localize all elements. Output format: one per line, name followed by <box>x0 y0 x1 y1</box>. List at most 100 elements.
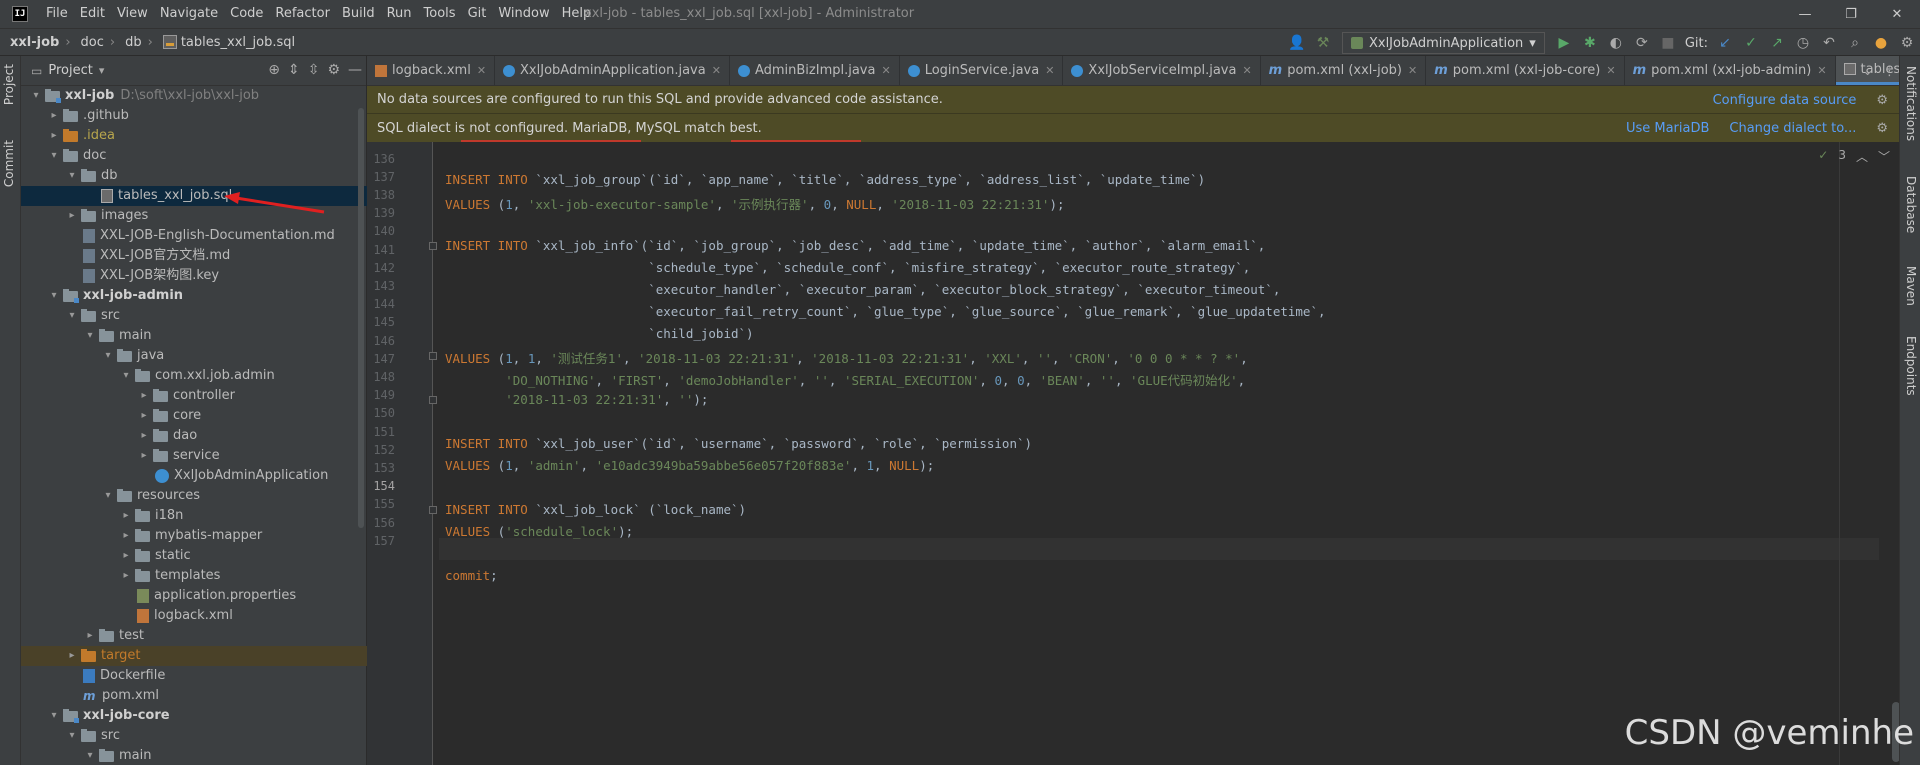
breadcrumb-project[interactable]: xxl-job <box>0 35 59 50</box>
project-tool-button[interactable]: Project <box>2 64 16 105</box>
tree-item[interactable]: ▾ resources <box>21 486 367 506</box>
run-icon[interactable]: ▶ <box>1551 30 1577 56</box>
locate-icon[interactable]: ⊕ <box>268 62 280 78</box>
tree-item[interactable]: ▾ db <box>21 166 367 186</box>
settings-gear-icon[interactable]: ⚙ <box>1876 93 1888 108</box>
endpoints-tool-button[interactable]: Endpoints <box>1904 336 1918 396</box>
profile-icon[interactable]: ⟳ <box>1629 30 1655 56</box>
minimize-icon[interactable]: — <box>1782 0 1828 28</box>
close-icon[interactable]: ✕ <box>1606 64 1615 77</box>
breadcrumb-doc[interactable]: doc <box>71 35 104 50</box>
chevron-down-icon[interactable]: ▾ <box>101 486 115 506</box>
code-editor[interactable]: 136 137 138 139 140 141 142 143 144 145 146 147 148 1… <box>367 140 1900 765</box>
fold-marker-icon[interactable] <box>429 242 437 250</box>
close-icon[interactable]: ✕ <box>712 64 721 77</box>
code-lines[interactable]: INSERT INTO `xxl_job_group`(`id`, `app_n… <box>439 140 1879 765</box>
tree-item[interactable]: ▾ src <box>21 726 367 746</box>
coverage-icon[interactable]: ◐ <box>1603 30 1629 56</box>
close-icon[interactable]: ✕ <box>881 64 890 77</box>
close-icon[interactable]: ✕ <box>477 64 486 77</box>
git-commit-icon[interactable]: ✓ <box>1738 30 1764 56</box>
tree-item[interactable]: ▾ main <box>21 746 367 765</box>
tree-item[interactable]: ▾ com.xxl.job.admin <box>21 366 367 386</box>
collapse-all-icon[interactable]: ⇳ <box>308 62 320 78</box>
use-mariadb-link[interactable]: Use MariaDB <box>1626 121 1709 136</box>
menu-view[interactable]: View <box>111 0 154 28</box>
tree-item[interactable]: XXL-JOB-English-Documentation.md <box>21 226 367 246</box>
editor-tab[interactable]: m pom.xml (xxl-job) ✕ <box>1261 56 1427 85</box>
close-icon[interactable]: ✕ <box>1045 64 1054 77</box>
chevron-up-icon[interactable]: ︿ <box>1856 148 1868 165</box>
settings-gear-icon[interactable]: ⚙ <box>327 62 340 78</box>
tree-item[interactable]: ▸ i18n <box>21 506 367 526</box>
project-tree-scrollbar[interactable] <box>358 108 364 528</box>
tree-item[interactable]: ▾ main <box>21 326 367 346</box>
chevron-right-icon[interactable]: ▸ <box>137 386 151 406</box>
hide-icon[interactable]: — <box>348 62 362 78</box>
maven-tool-button[interactable]: Maven <box>1904 266 1918 306</box>
notifications-tool-button[interactable]: Notifications <box>1904 66 1918 141</box>
editor-tab[interactable]: XxlJobAdminApplication.java ✕ <box>495 56 730 85</box>
run-configuration-select[interactable]: XxlJobAdminApplication ▾ <box>1341 32 1545 54</box>
tree-item[interactable]: ▸ .github <box>21 106 367 126</box>
chevron-right-icon[interactable]: ▸ <box>137 406 151 426</box>
tree-item[interactable]: XxlJobAdminApplication <box>21 466 367 486</box>
chevron-down-icon[interactable]: ▾ <box>83 326 97 346</box>
chevron-down-icon[interactable]: ▾ <box>65 166 79 186</box>
close-icon[interactable]: ✕ <box>1408 64 1417 77</box>
settings-gear-icon[interactable]: ⚙ <box>1894 30 1920 56</box>
chevron-right-icon[interactable]: ▸ <box>47 126 61 146</box>
tree-item[interactable]: ▾ xxl-job D:\soft\xxl-job\xxl-job <box>21 86 367 106</box>
close-icon[interactable]: ✕ <box>1874 0 1920 28</box>
commit-tool-button[interactable]: Commit <box>2 140 16 187</box>
menu-run[interactable]: Run <box>381 0 418 28</box>
change-dialect-link[interactable]: Change dialect to... <box>1729 121 1856 136</box>
tree-item[interactable]: ▾ java <box>21 346 367 366</box>
breadcrumb-file[interactable]: tables_xxl_job.sql <box>153 35 295 50</box>
fold-marker-icon[interactable] <box>429 506 437 514</box>
menu-git[interactable]: Git <box>462 0 493 28</box>
chevron-right-icon[interactable]: ▸ <box>137 426 151 446</box>
fold-marker-icon[interactable] <box>429 352 437 360</box>
fold-marker-icon[interactable] <box>429 396 437 404</box>
tree-item[interactable]: ▾ doc <box>21 146 367 166</box>
chevron-right-icon[interactable]: ▸ <box>65 646 79 666</box>
menu-file[interactable]: File <box>40 0 74 28</box>
editor-tab[interactable]: AdminBizImpl.java ✕ <box>730 56 900 85</box>
git-update-icon[interactable]: ↙ <box>1712 30 1738 56</box>
chevron-right-icon[interactable]: ▸ <box>65 206 79 226</box>
chevron-right-icon[interactable]: ▸ <box>47 106 61 126</box>
chevron-down-icon[interactable]: ▾ <box>29 86 43 106</box>
chevron-down-icon[interactable]: ⌄ <box>1862 64 1873 79</box>
chevron-right-icon[interactable]: ▸ <box>119 546 133 566</box>
editor-tab[interactable]: m pom.xml (xxl-job-admin) ✕ <box>1625 56 1836 85</box>
tree-item[interactable]: ▸ static <box>21 546 367 566</box>
menu-tools[interactable]: Tools <box>418 0 462 28</box>
settings-gear-icon[interactable]: ⚙ <box>1876 121 1888 136</box>
menu-build[interactable]: Build <box>336 0 381 28</box>
chevron-down-icon[interactable]: ▾ <box>119 366 133 386</box>
chevron-down-icon[interactable]: ▾ <box>99 64 105 77</box>
editor-tab[interactable]: LoginService.java ✕ <box>900 56 1064 85</box>
update-icon[interactable]: ● <box>1868 30 1894 56</box>
restore-icon[interactable]: ❐ <box>1828 0 1874 28</box>
menu-code[interactable]: Code <box>224 0 269 28</box>
menu-navigate[interactable]: Navigate <box>154 0 224 28</box>
editor-tab[interactable]: XxlJobServiceImpl.java ✕ <box>1063 56 1261 85</box>
tree-item[interactable]: m pom.xml <box>21 686 367 706</box>
database-tool-button[interactable]: Database <box>1904 176 1918 233</box>
chevron-down-icon[interactable]: ﹀ <box>1878 148 1890 165</box>
tree-item[interactable]: ▾ src <box>21 306 367 326</box>
tree-item[interactable]: ▸ core <box>21 406 367 426</box>
tree-item[interactable]: ▸ target <box>21 646 367 666</box>
tree-item[interactable]: XXL-JOB架构图.key <box>21 266 367 286</box>
configure-datasource-link[interactable]: Configure data source <box>1713 93 1857 108</box>
search-icon[interactable]: ⌕ <box>1842 30 1868 56</box>
menu-edit[interactable]: Edit <box>74 0 111 28</box>
tree-item[interactable]: logback.xml <box>21 606 367 626</box>
menu-window[interactable]: Window <box>492 0 555 28</box>
tree-item[interactable]: ▸ dao <box>21 426 367 446</box>
history-icon[interactable]: ◷ <box>1790 30 1816 56</box>
close-icon[interactable]: ✕ <box>1242 64 1251 77</box>
tree-item[interactable]: ▸ controller <box>21 386 367 406</box>
